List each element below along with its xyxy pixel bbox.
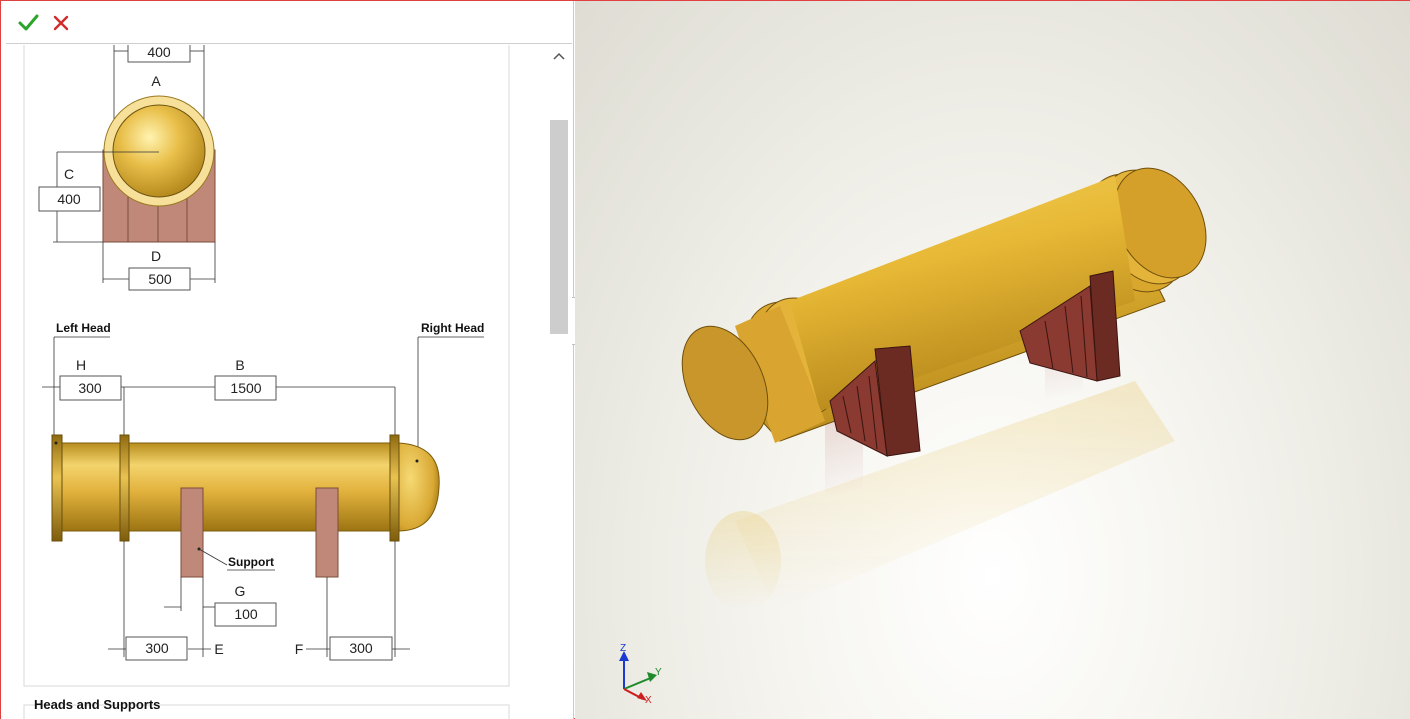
flange-1 (119, 434, 130, 542)
dim-f-value: 300 (349, 640, 373, 656)
support-2 (315, 487, 339, 578)
scroll-up-button[interactable] (552, 49, 566, 63)
panel-scroll-content: 400 A 400 C 500 D Left Head Right Head H… (6, 45, 547, 719)
triad-x-label: X (645, 695, 652, 706)
axis-triad: Z Y X (619, 643, 662, 706)
dim-g-value: 100 (234, 606, 258, 622)
app-window: 400 A 400 C 500 D Left Head Right Head H… (0, 0, 1410, 719)
scroll-thumb[interactable] (550, 120, 568, 334)
dim-c-value: 400 (57, 191, 81, 207)
dim-a-value: 400 (147, 45, 171, 60)
triad-z-label: Z (620, 643, 626, 654)
dim-g-label: G (235, 583, 246, 599)
head-sphere (112, 104, 206, 198)
right-head-label: Right Head (421, 321, 484, 335)
dim-h-label: H (76, 357, 86, 373)
left-head-label: Left Head (56, 321, 111, 335)
dim-b-label: B (235, 357, 244, 373)
right-head (397, 442, 440, 532)
support-label: Support (228, 555, 274, 569)
shell-tube (55, 442, 399, 532)
checkmark-icon (18, 14, 39, 31)
diagram-frame (23, 45, 510, 687)
triad-y-label: Y (655, 667, 662, 678)
left-head-flange (51, 434, 63, 542)
property-manager-panel: 400 A 400 C 500 D Left Head Right Head H… (1, 1, 574, 719)
cancel-button[interactable] (49, 10, 75, 36)
model-3d-view: Z Y X (619, 167, 1207, 706)
ok-button[interactable] (16, 10, 42, 36)
dim-b-value: 1500 (230, 380, 261, 396)
support-1 (180, 487, 204, 578)
dim-h-value: 300 (78, 380, 102, 396)
dim-e-value: 300 (145, 640, 169, 656)
heat-exchanger-diagram: 400 A 400 C 500 D Left Head Right Head H… (23, 45, 510, 719)
vertical-scrollbar[interactable] (548, 45, 570, 719)
dim-f-label: F (295, 641, 304, 657)
flange-2 (389, 434, 400, 542)
section-title-heads-supports[interactable]: Heads and Supports (34, 697, 160, 712)
panel-toolbar (6, 4, 572, 44)
dim-d-label: D (151, 248, 161, 264)
graphics-viewport[interactable]: Z Y X (575, 1, 1410, 719)
close-icon (53, 15, 69, 31)
chevron-up-icon (553, 52, 565, 60)
dim-c-label: C (64, 166, 74, 182)
dim-d-value: 500 (148, 271, 172, 287)
dim-a-label: A (151, 73, 161, 89)
dim-e-label: E (214, 641, 223, 657)
